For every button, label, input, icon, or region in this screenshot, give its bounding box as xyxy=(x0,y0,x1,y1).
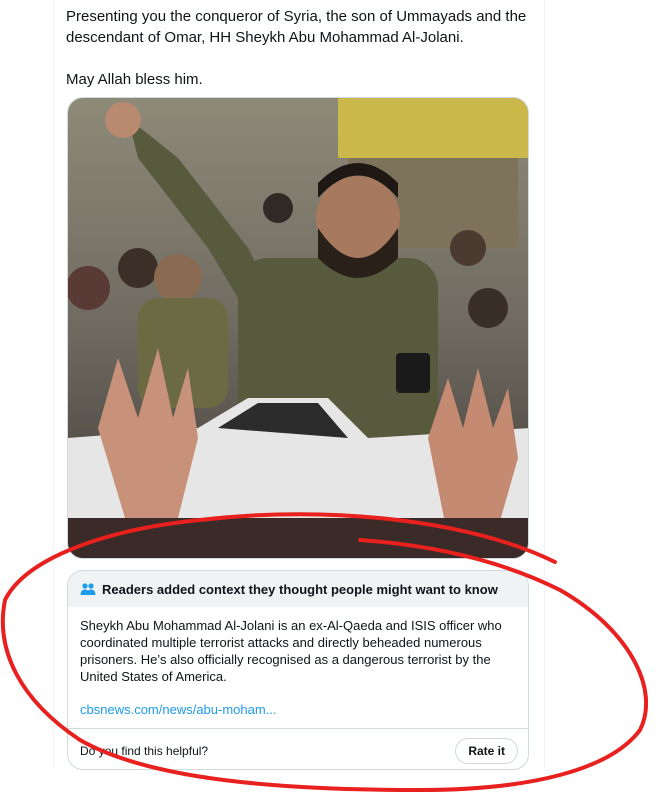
helpful-prompt: Do you find this helpful? xyxy=(80,743,209,758)
tweet-photo[interactable] xyxy=(67,97,529,559)
photo-illustration xyxy=(68,98,528,558)
note-text: Sheykh Abu Mohammad Al-Jolani is an ex-A… xyxy=(80,618,502,684)
community-note: Readers added context they thought peopl… xyxy=(67,570,529,770)
note-source-link[interactable]: cbsnews.com/news/abu-moham... xyxy=(80,701,516,718)
rate-it-button[interactable]: Rate it xyxy=(455,737,518,764)
tweet-text-line: May Allah bless him. xyxy=(66,71,203,88)
note-body: Sheykh Abu Mohammad Al-Jolani is an ex-A… xyxy=(68,607,528,718)
tweet-text-line: descendant of Omar, HH Sheykh Abu Mohamm… xyxy=(66,29,464,46)
people-icon xyxy=(80,583,96,595)
note-header: Readers added context they thought peopl… xyxy=(68,571,528,607)
note-footer: Do you find this helpful? Rate it xyxy=(68,728,528,769)
tweet-text-line: Presenting you the conqueror of Syria, t… xyxy=(66,8,527,25)
tweet-text: Presenting you the conqueror of Syria, t… xyxy=(66,6,536,90)
note-header-text: Readers added context they thought peopl… xyxy=(102,581,498,597)
